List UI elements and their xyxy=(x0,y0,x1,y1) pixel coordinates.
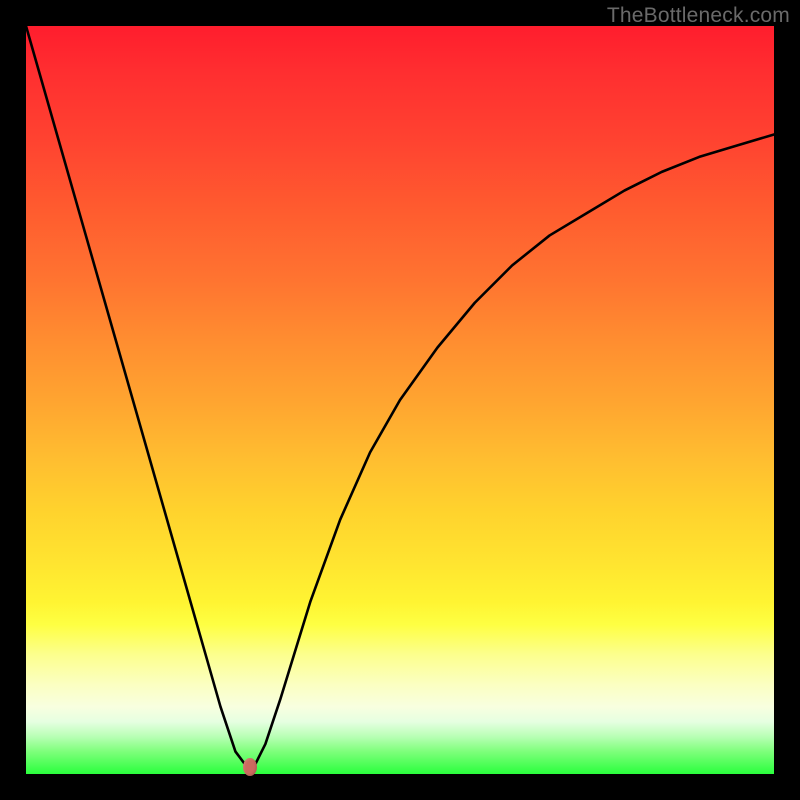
chart-plot-area xyxy=(26,26,774,774)
chart-curve xyxy=(26,26,774,774)
chart-frame: TheBottleneck.com xyxy=(0,0,800,800)
watermark-text: TheBottleneck.com xyxy=(607,4,790,28)
chart-marker xyxy=(243,758,257,776)
